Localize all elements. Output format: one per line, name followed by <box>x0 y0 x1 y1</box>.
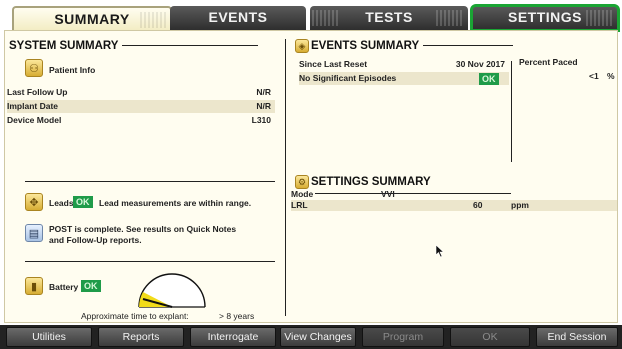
tab-grip-icon <box>436 10 464 26</box>
patient-info-icon[interactable]: ⚇ <box>25 59 43 77</box>
settings-mode-row: Mode VVI <box>291 189 395 199</box>
summary-row-device-model: Device Model L310 <box>7 115 271 125</box>
battery-separator <box>25 261 275 262</box>
end-session-button[interactable]: End Session <box>536 327 618 347</box>
percent-paced-value: <1 <box>589 71 599 81</box>
episodes-status-badge: OK <box>479 73 499 85</box>
leads-separator <box>25 181 275 182</box>
mouse-cursor-icon <box>435 244 445 258</box>
leads-label: Leads <box>49 198 74 208</box>
tab-summary[interactable]: SUMMARY <box>12 6 172 30</box>
explant-label: Approximate time to explant: <box>81 311 189 321</box>
settings-lrl-row: LRL 60 ppm <box>291 200 617 211</box>
leads-icon[interactable]: ✥ <box>25 193 43 211</box>
settings-lrl-unit: ppm <box>511 200 529 210</box>
settings-summary-icon[interactable]: ⚙ <box>295 175 309 189</box>
column-divider <box>285 39 286 316</box>
tab-grip-icon <box>140 12 168 28</box>
tab-tests[interactable]: TESTS <box>310 6 468 30</box>
tab-grip-icon <box>586 10 614 26</box>
settings-mode-value: VVI <box>381 189 395 199</box>
battery-status-badge: OK <box>81 280 101 292</box>
battery-label: Battery <box>49 282 79 292</box>
program-button[interactable]: Program <box>362 327 444 347</box>
leads-message: Lead measurements are within range. <box>99 198 252 208</box>
battery-icon[interactable]: ▮ <box>25 277 43 295</box>
ok-button[interactable]: OK <box>450 327 530 347</box>
leads-status-badge: OK <box>73 196 93 208</box>
post-message-line2: and Follow-Up reports. <box>49 235 142 245</box>
post-message-line1: POST is complete. See results on Quick N… <box>49 224 237 234</box>
summary-panel: SYSTEM SUMMARY ⚇ Patient Info Last Follo… <box>4 30 618 323</box>
events-divider <box>511 61 512 162</box>
utilities-button[interactable]: Utilities <box>6 327 92 347</box>
tab-bar: SUMMARY EVENTS TESTS SETTINGS <box>0 0 622 32</box>
events-episodes-row: No Significant Episodes <box>299 72 509 85</box>
view-changes-button[interactable]: View Changes <box>280 327 356 347</box>
post-icon[interactable]: ▤ <box>25 224 43 242</box>
percent-paced-label: Percent Paced <box>519 57 578 67</box>
events-summary-title: EVENTS SUMMARY <box>311 40 514 52</box>
system-summary-title: SYSTEM SUMMARY <box>9 40 259 52</box>
reports-button[interactable]: Reports <box>98 327 184 347</box>
events-summary-icon[interactable]: ◈ <box>295 39 309 53</box>
interrogate-button[interactable]: Interrogate <box>190 327 276 347</box>
battery-gauge <box>138 273 206 308</box>
patient-info-label[interactable]: Patient Info <box>49 65 95 75</box>
explant-value: > 8 years <box>219 311 255 321</box>
summary-row-last-follow-up: Last Follow Up N/R <box>7 87 271 97</box>
events-since-reset: Since Last Reset 30 Nov 2017 <box>299 59 505 69</box>
tab-settings[interactable]: SETTINGS <box>470 4 620 32</box>
bottom-button-bar: Utilities Reports Interrogate View Chang… <box>0 325 622 349</box>
settings-lrl-value: 60 <box>473 200 483 210</box>
tab-events[interactable]: EVENTS <box>170 6 306 30</box>
tab-events-label: EVENTS <box>208 9 268 25</box>
summary-row-implant-date: Implant Date N/R <box>7 100 275 113</box>
percent-paced-unit: % <box>607 71 615 81</box>
